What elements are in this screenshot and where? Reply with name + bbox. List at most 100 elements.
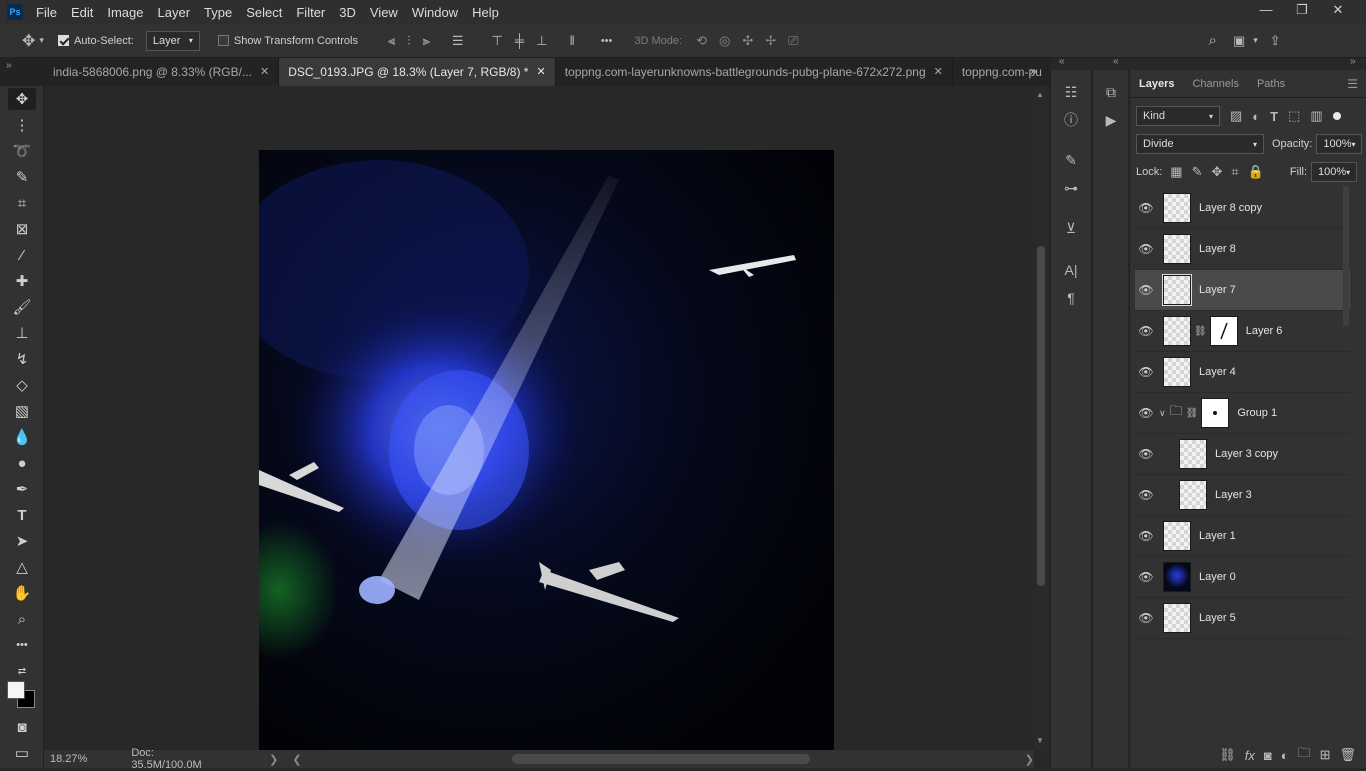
menu-window[interactable]: Window [405,5,465,20]
status-menu-icon[interactable]: ❯ [269,753,278,766]
visibility-eye-icon[interactable]: 👁 [1135,242,1157,256]
tab-layers[interactable]: Layers [1130,70,1183,98]
auto-select-dropdown[interactable]: Layer ▾ [145,30,200,51]
quick-select-tool-icon[interactable]: ✎ [8,166,36,188]
delete-layer-icon[interactable]: 🗑 [1339,747,1356,763]
crop-tool-icon[interactable]: ⌗ [8,192,36,214]
chevron-down-icon[interactable]: ▾ [39,35,44,46]
adjustments-icon[interactable]: ⊶ [1059,178,1083,198]
menu-view[interactable]: View [363,5,405,20]
share-icon[interactable]: ⇪ [1270,33,1281,49]
type-tool-icon[interactable]: T [8,504,36,526]
visibility-eye-icon[interactable]: 👁 [1135,406,1157,420]
visibility-eye-icon[interactable]: 👁 [1135,611,1157,625]
align-right-icon[interactable]: ⫸ [423,33,430,49]
tab-channels[interactable]: Channels [1183,70,1247,98]
add-mask-icon[interactable]: ◙ [1264,748,1272,763]
lasso-tool-icon[interactable]: ➰ [8,140,36,162]
tabs-overflow-icon[interactable]: » [1030,64,1037,78]
path-select-tool-icon[interactable]: ➤ [8,530,36,552]
quick-mask-icon[interactable]: ◙ [8,716,36,738]
zoom-level[interactable]: 18.27% [50,753,87,765]
layer-row[interactable]: 👁 Layer 4 [1135,352,1350,393]
visibility-eye-icon[interactable]: 👁 [1135,283,1157,297]
layer-style-fx-icon[interactable]: fx [1245,748,1255,763]
eraser-tool-icon[interactable]: ◇ [8,374,36,396]
vertical-scrollbar[interactable]: ▲ ▼ [1034,86,1048,750]
workspace-chevron-icon[interactable]: ▾ [1253,35,1258,46]
panel-menu-icon[interactable]: ☰ [1347,77,1358,91]
stamp-tool-icon[interactable]: ⊥ [8,322,36,344]
menu-type[interactable]: Type [197,5,239,20]
menu-3d[interactable]: 3D [332,5,363,20]
filter-adjustment-icon[interactable]: ◐ [1252,109,1260,124]
menu-select[interactable]: Select [239,5,289,20]
layer-row[interactable]: 👁 Layer 1 [1135,516,1350,557]
scrollbar-thumb[interactable] [1037,246,1045,586]
clone-source-icon[interactable]: ⊻ [1059,218,1083,238]
scroll-right-icon[interactable]: ❯ [1025,753,1034,766]
layer-mask-thumbnail[interactable] [1209,316,1238,346]
filter-shape-icon[interactable]: ⬚ [1288,108,1300,124]
scroll-down-icon[interactable]: ▼ [1036,736,1044,745]
align-bottom-icon[interactable]: ⊥ [536,33,547,49]
character-icon[interactable]: A| [1059,260,1083,280]
align-top-icon[interactable]: ⊤ [492,33,503,49]
close-button[interactable]: ✕ [1320,0,1356,20]
lock-artboard-icon[interactable]: ⌗ [1231,164,1238,180]
close-tab-icon[interactable]: ✕ [536,58,545,86]
scroll-left-icon[interactable]: ❮ [292,753,301,766]
pen-tool-icon[interactable]: ✒ [8,478,36,500]
tab-dsc-0193[interactable]: DSC_0193.JPG @ 18.3% (Layer 7, RGB/8) * ✕ [279,58,556,86]
fill-input[interactable]: 100% ▾ [1311,162,1358,182]
align-center-icon[interactable]: ⫶ [407,33,410,49]
brush-settings-icon[interactable]: ✎ [1059,150,1083,170]
horizontal-scrollbar-thumb[interactable] [511,754,810,764]
expand-group-icon[interactable]: ∨ [1159,408,1166,419]
swap-colors-icon[interactable]: ⇄ [8,660,36,682]
distribute-vertical-icon[interactable]: ‖ [569,33,574,48]
actions-play-icon[interactable]: ▶ [1099,110,1123,130]
tab-india[interactable]: india-5868006.png @ 8.33% (RGB/... ✕ [44,58,280,86]
collapse-dock-icon[interactable]: « [1059,56,1065,67]
blend-mode-dropdown[interactable]: Divide ▾ [1136,134,1264,154]
paragraph-icon[interactable]: ¶ [1059,288,1083,308]
foreground-color-swatch[interactable] [7,681,25,699]
3d-roll-icon[interactable]: ◎ [719,33,730,49]
menu-image[interactable]: Image [100,5,150,20]
layer-row[interactable]: 👁 Layer 5 [1135,598,1350,639]
document-canvas[interactable] [259,150,834,750]
layer-row[interactable]: 👁 Layer 3 [1135,475,1350,516]
screen-mode-icon[interactable]: ▭ [8,742,36,764]
visibility-eye-icon[interactable]: 👁 [1135,201,1157,215]
more-tools-icon[interactable]: ••• [8,634,36,656]
align-left-icon[interactable]: ⫷ [388,33,395,49]
healing-tool-icon[interactable]: ✚ [8,270,36,292]
layer-row-selected[interactable]: 👁 Layer 7 [1135,270,1350,311]
restore-button[interactable]: ❐ [1284,0,1320,20]
visibility-eye-icon[interactable]: 👁 [1135,570,1157,584]
tab-pubg-plane[interactable]: toppng.com-layerunknowns-battlegrounds-p… [556,58,953,86]
filter-type-icon[interactable]: T [1270,109,1278,124]
visibility-eye-icon[interactable]: 👁 [1135,324,1157,338]
move-tool-icon[interactable]: ✥ [8,88,36,110]
frame-tool-icon[interactable]: ⊠ [8,218,36,240]
move-tool-icon[interactable]: ✥ [22,31,35,51]
filter-smart-object-icon[interactable]: ▥ [1310,108,1322,124]
link-icon[interactable]: ⛓ [1194,326,1207,337]
info-icon[interactable]: ⓘ [1059,110,1083,130]
opacity-input[interactable]: 100% ▾ [1316,134,1363,154]
collapse-panel-icon[interactable]: » [1350,56,1356,67]
visibility-eye-icon[interactable]: 👁 [1135,447,1157,461]
close-tab-icon[interactable]: ✕ [934,58,943,86]
link-layers-icon[interactable]: ⛓ [1219,747,1236,763]
filter-toggle-icon[interactable] [1332,112,1341,120]
lock-position-icon[interactable]: ✥ [1212,164,1223,180]
search-icon[interactable]: ⌕ [1209,32,1217,49]
auto-select-checkbox[interactable] [57,35,74,47]
properties-icon[interactable]: ☷ [1059,82,1083,102]
transform-controls-checkbox[interactable] [217,35,234,47]
visibility-eye-icon[interactable]: 👁 [1135,529,1157,543]
menu-help[interactable]: Help [465,5,506,20]
toolbar-collapse-icon[interactable]: » [0,58,44,86]
